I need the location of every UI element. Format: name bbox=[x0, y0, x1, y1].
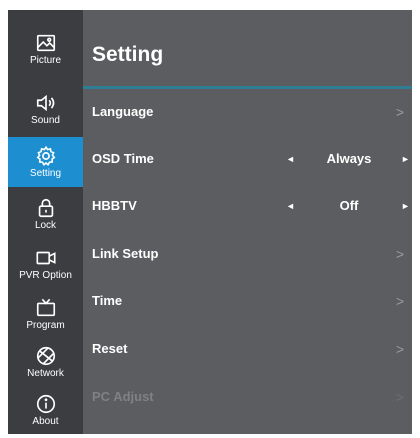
globe-icon bbox=[35, 345, 57, 367]
chevron-right-icon: > bbox=[395, 293, 404, 309]
sidebar: Picture Sound Setting Lock PVR Option Pr… bbox=[8, 10, 83, 434]
speaker-icon bbox=[35, 92, 57, 114]
menu-row-reset[interactable]: Reset > bbox=[83, 326, 412, 372]
option-value: Always bbox=[326, 151, 372, 166]
gear-icon bbox=[35, 145, 57, 167]
menu-row-link-setup[interactable]: Link Setup > bbox=[83, 231, 412, 277]
info-icon bbox=[35, 393, 57, 415]
sidebar-item-label: Lock bbox=[34, 219, 57, 231]
row-label: PC Adjust bbox=[92, 389, 154, 404]
settings-panel: Setting Language > OSD Time ◄ Always ► H… bbox=[83, 10, 412, 434]
sidebar-item-lock[interactable]: Lock bbox=[8, 189, 83, 239]
sidebar-item-label: Setting bbox=[29, 167, 62, 179]
sidebar-item-program[interactable]: Program bbox=[8, 289, 83, 339]
menu-row-time[interactable]: Time > bbox=[83, 278, 412, 324]
chevron-right-icon: > bbox=[395, 246, 404, 262]
row-label: HBBTV bbox=[92, 198, 137, 213]
option-value: Off bbox=[339, 198, 359, 213]
sidebar-item-label: Network bbox=[27, 367, 64, 379]
picture-icon bbox=[35, 32, 57, 54]
sidebar-item-setting[interactable]: Setting bbox=[8, 137, 83, 187]
sidebar-item-label: Sound bbox=[31, 114, 60, 126]
chevron-right-icon: > bbox=[395, 389, 404, 405]
sidebar-item-about[interactable]: About bbox=[8, 385, 83, 435]
sidebar-item-label: Program bbox=[26, 319, 65, 331]
sidebar-item-sound[interactable]: Sound bbox=[8, 84, 83, 134]
sidebar-item-label: Picture bbox=[29, 54, 62, 66]
sidebar-item-label: PVR Option bbox=[19, 269, 72, 281]
row-label: Time bbox=[92, 293, 123, 308]
chevron-right-icon: > bbox=[395, 104, 404, 120]
row-label: OSD Time bbox=[92, 151, 154, 166]
tv-icon bbox=[35, 297, 57, 319]
arrow-left-icon[interactable]: ◄ bbox=[286, 136, 295, 182]
arrow-left-icon[interactable]: ◄ bbox=[286, 183, 295, 229]
menu-row-language[interactable]: Language > bbox=[83, 89, 412, 135]
sidebar-item-label: About bbox=[32, 415, 59, 427]
arrow-right-icon[interactable]: ► bbox=[401, 183, 410, 229]
settings-window: Picture Sound Setting Lock PVR Option Pr… bbox=[8, 10, 412, 434]
menu-row-osd-time[interactable]: OSD Time ◄ Always ► bbox=[83, 136, 412, 182]
sidebar-item-picture[interactable]: Picture bbox=[8, 24, 83, 74]
row-label: Reset bbox=[92, 341, 128, 356]
menu-row-pc-adjust: PC Adjust > bbox=[83, 374, 412, 420]
video-camera-icon bbox=[35, 247, 57, 269]
row-label: Language bbox=[92, 104, 154, 119]
page-title: Setting bbox=[92, 43, 164, 66]
lock-icon bbox=[35, 197, 57, 219]
sidebar-item-pvr-option[interactable]: PVR Option bbox=[8, 239, 83, 289]
sidebar-item-network[interactable]: Network bbox=[8, 337, 83, 387]
arrow-right-icon[interactable]: ► bbox=[401, 136, 410, 182]
chevron-right-icon: > bbox=[395, 341, 404, 357]
menu-row-hbbtv[interactable]: HBBTV ◄ Off ► bbox=[83, 183, 412, 229]
row-label: Link Setup bbox=[92, 246, 159, 261]
